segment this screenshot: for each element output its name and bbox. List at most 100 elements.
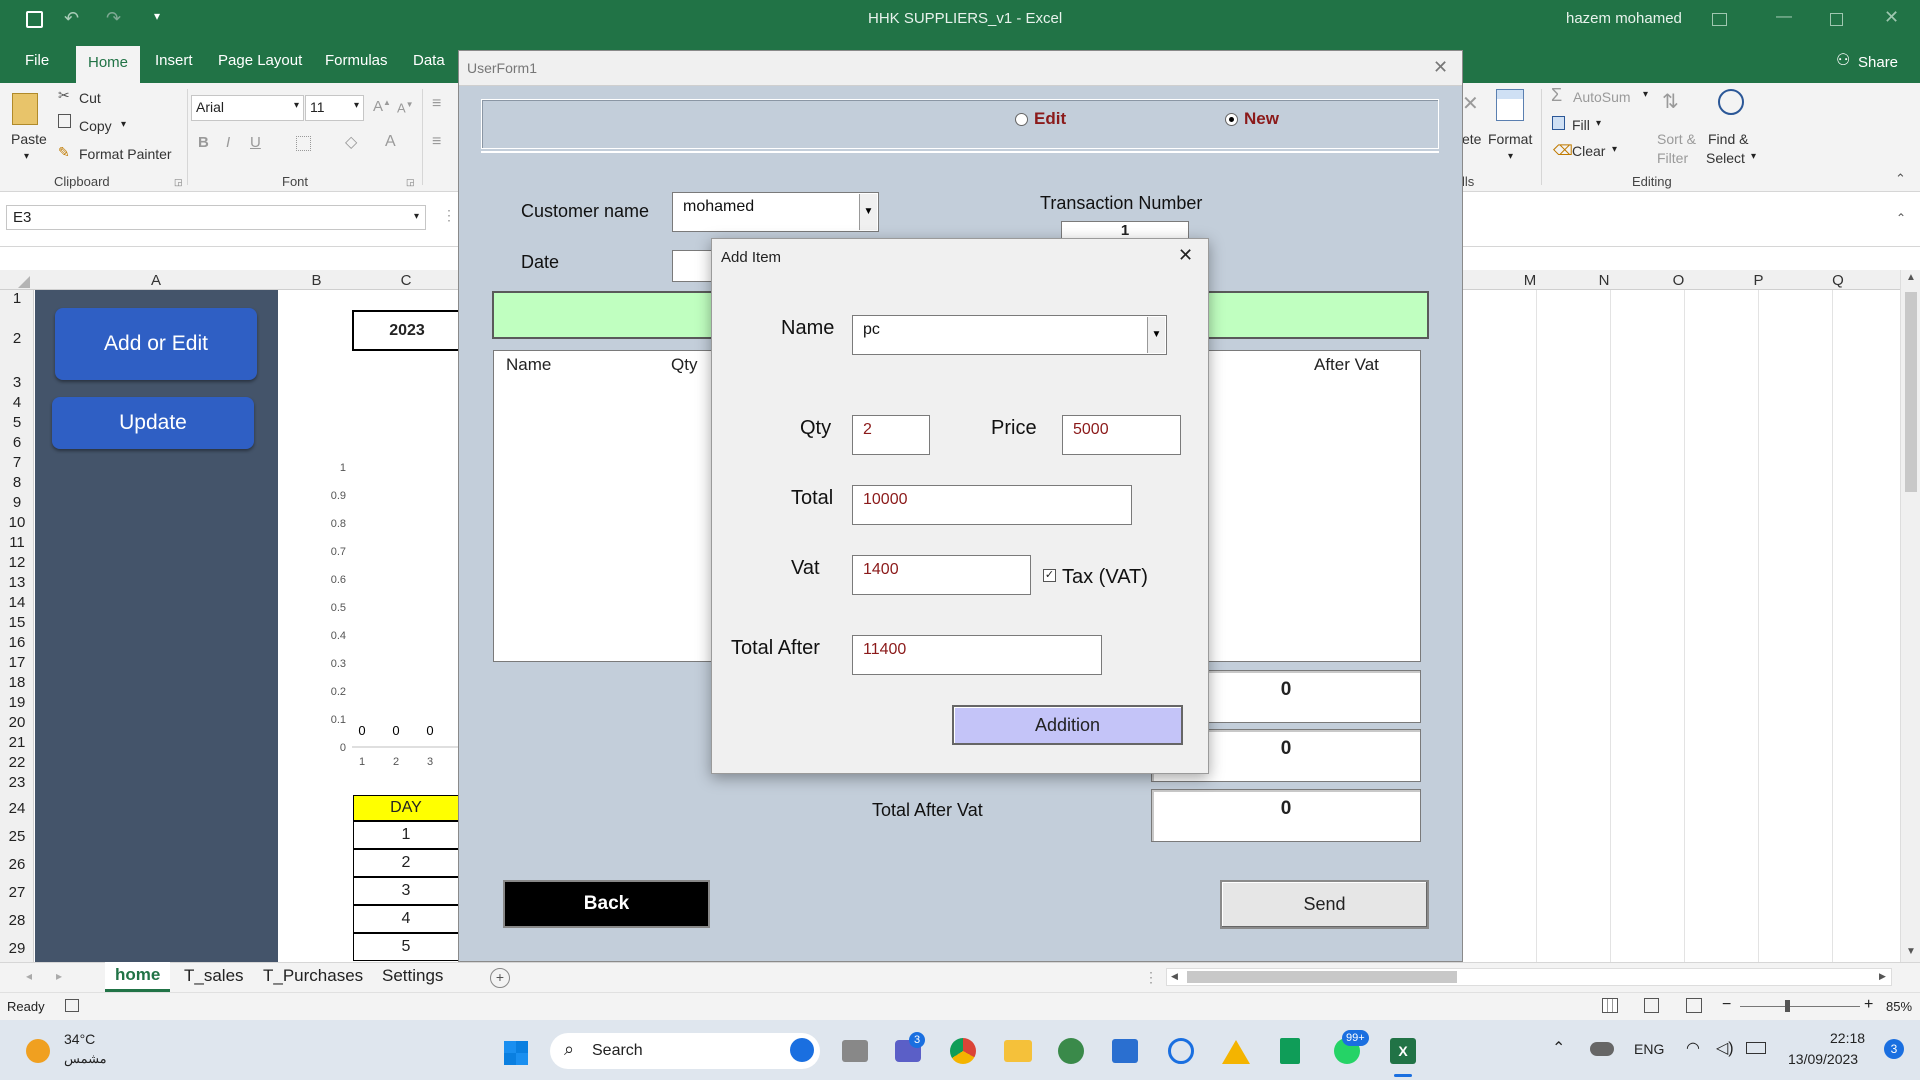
taskbar-search[interactable]: ⌕ Search <box>550 1033 820 1069</box>
weather-icon[interactable] <box>26 1039 50 1063</box>
format-dropdown-icon[interactable]: ▾ <box>1508 151 1513 162</box>
tax-vat-label[interactable]: Tax (VAT) <box>1062 566 1148 589</box>
cut-button[interactable]: Cut <box>79 90 101 106</box>
scroll-down-icon[interactable]: ▼ <box>1906 946 1916 957</box>
excel-taskbar-icon[interactable]: X <box>1390 1038 1416 1064</box>
row-header[interactable]: 13 <box>0 574 34 591</box>
page-break-view-icon[interactable] <box>1686 998 1702 1013</box>
save-icon[interactable] <box>26 11 43 28</box>
row-header[interactable]: 15 <box>0 614 34 631</box>
row-header[interactable]: 6 <box>0 434 34 451</box>
zoom-thumb[interactable] <box>1785 1000 1790 1012</box>
store-icon[interactable] <box>1112 1039 1138 1063</box>
task-view-icon[interactable] <box>842 1040 868 1062</box>
sheets-icon[interactable] <box>1280 1038 1300 1064</box>
grow-font-icon[interactable]: A▲ <box>373 98 391 115</box>
start-icon[interactable] <box>501 1038 531 1068</box>
new-radio[interactable] <box>1225 113 1238 126</box>
minimize-icon[interactable]: — <box>1776 8 1792 26</box>
day-cell[interactable]: 4 <box>353 905 459 933</box>
addition-button[interactable]: Addition <box>952 705 1183 745</box>
new-radio-label[interactable]: New <box>1244 109 1279 129</box>
find-select-line2[interactable]: Select <box>1706 150 1745 166</box>
price-input[interactable]: 5000 <box>1062 415 1181 455</box>
font-family-select[interactable]: Arial ▾ <box>191 95 304 121</box>
clock-time[interactable]: 22:18 <box>1830 1030 1865 1046</box>
tab-page-layout[interactable]: Page Layout <box>218 52 302 69</box>
scroll-right-icon[interactable]: ▶ <box>1879 971 1886 982</box>
row-header[interactable]: 5 <box>0 414 34 431</box>
file-explorer-icon[interactable] <box>1004 1040 1032 1062</box>
fill-icon[interactable] <box>1552 116 1565 130</box>
cortana-icon[interactable] <box>1168 1038 1194 1064</box>
find-select-line1[interactable]: Find & <box>1708 131 1748 147</box>
format-painter-icon[interactable]: ✎ <box>58 144 70 161</box>
onedrive-icon[interactable] <box>1590 1042 1614 1056</box>
zoom-level[interactable]: 85% <box>1886 999 1912 1014</box>
share-button[interactable]: Share <box>1858 54 1898 71</box>
row-header[interactable]: 17 <box>0 654 34 671</box>
fill-dropdown-icon[interactable]: ▾ <box>1596 118 1601 129</box>
undo-icon[interactable]: ↶ <box>64 8 79 29</box>
volume-icon[interactable]: ◁) <box>1716 1038 1734 1058</box>
hscroll-grip-icon[interactable]: ⋮ <box>1144 969 1158 986</box>
clipboard-launcher-icon[interactable]: ◲ <box>174 177 183 188</box>
formula-input[interactable] <box>1462 205 1910 235</box>
borders-icon[interactable] <box>296 136 311 151</box>
column-header-c[interactable]: C <box>356 272 456 289</box>
sort-filter-line2[interactable]: Filter <box>1657 150 1688 166</box>
row-header[interactable]: 27 <box>0 884 34 901</box>
row-header[interactable]: 19 <box>0 694 34 711</box>
find-dropdown-icon[interactable]: ▾ <box>1751 151 1756 162</box>
tax-vat-checkbox[interactable]: ✓ <box>1043 569 1056 582</box>
customer-name-combobox[interactable]: mohamed ▼ <box>672 192 879 232</box>
zoom-slider[interactable] <box>1740 1006 1860 1007</box>
autosum-button[interactable]: AutoSum <box>1573 89 1631 105</box>
format-painter-button[interactable]: Format Painter <box>79 146 172 162</box>
row-header[interactable]: 7 <box>0 454 34 471</box>
tab-insert[interactable]: Insert <box>155 52 193 69</box>
align-left-icon[interactable]: ≡ <box>432 133 441 151</box>
sheet-tab-home[interactable]: home <box>105 962 171 992</box>
sort-filter-icon[interactable]: ⇅ <box>1662 89 1679 114</box>
close-icon[interactable]: ✕ <box>1433 57 1448 78</box>
normal-view-icon[interactable] <box>1602 998 1618 1013</box>
font-launcher-icon[interactable]: ◲ <box>406 177 415 188</box>
edit-radio[interactable] <box>1015 113 1028 126</box>
language-indicator[interactable]: ENG <box>1634 1041 1664 1057</box>
bold-icon[interactable]: B <box>198 134 209 151</box>
copy-dropdown-icon[interactable]: ▾ <box>121 119 126 130</box>
column-header-n[interactable]: N <box>1568 272 1640 289</box>
select-all-corner[interactable] <box>18 276 30 288</box>
cut-icon[interactable]: ✂ <box>58 87 70 104</box>
chevron-down-icon[interactable]: ▾ <box>414 211 419 222</box>
zoom-out-icon[interactable]: − <box>1722 996 1731 1014</box>
formula-bar-grip-icon[interactable]: ⋮ <box>442 207 456 224</box>
drive-icon[interactable] <box>1222 1040 1250 1064</box>
edit-radio-label[interactable]: Edit <box>1034 109 1066 129</box>
scroll-up-icon[interactable]: ▲ <box>1906 272 1916 283</box>
sort-filter-line1[interactable]: Sort & <box>1657 131 1696 147</box>
column-header-b[interactable]: B <box>279 272 354 289</box>
tab-formulas[interactable]: Formulas <box>325 52 388 69</box>
row-header[interactable]: 20 <box>0 714 34 731</box>
row-header[interactable]: 1 <box>0 290 34 307</box>
zoom-in-icon[interactable]: + <box>1864 996 1873 1014</box>
column-header-a[interactable]: A <box>35 272 277 289</box>
hscroll-thumb[interactable] <box>1187 971 1457 983</box>
delete-cells-button[interactable]: ete <box>1462 131 1481 147</box>
total-after-input[interactable]: 11400 <box>852 635 1102 675</box>
app-icon[interactable] <box>1058 1038 1084 1064</box>
day-cell[interactable]: 1 <box>353 821 459 849</box>
row-header[interactable]: 29 <box>0 940 34 957</box>
tab-data[interactable]: Data <box>413 52 445 69</box>
row-header[interactable]: 22 <box>0 754 34 771</box>
back-button[interactable]: Back <box>503 880 710 928</box>
date-field[interactable] <box>672 250 712 282</box>
copy-button[interactable]: Copy <box>79 118 112 134</box>
vertical-scrollbar[interactable]: ▲ ▼ <box>1900 270 1920 962</box>
clear-dropdown-icon[interactable]: ▾ <box>1612 144 1617 155</box>
row-header[interactable]: 26 <box>0 856 34 873</box>
ribbon-display-icon[interactable] <box>1712 13 1727 26</box>
underline-icon[interactable]: U <box>250 134 261 151</box>
